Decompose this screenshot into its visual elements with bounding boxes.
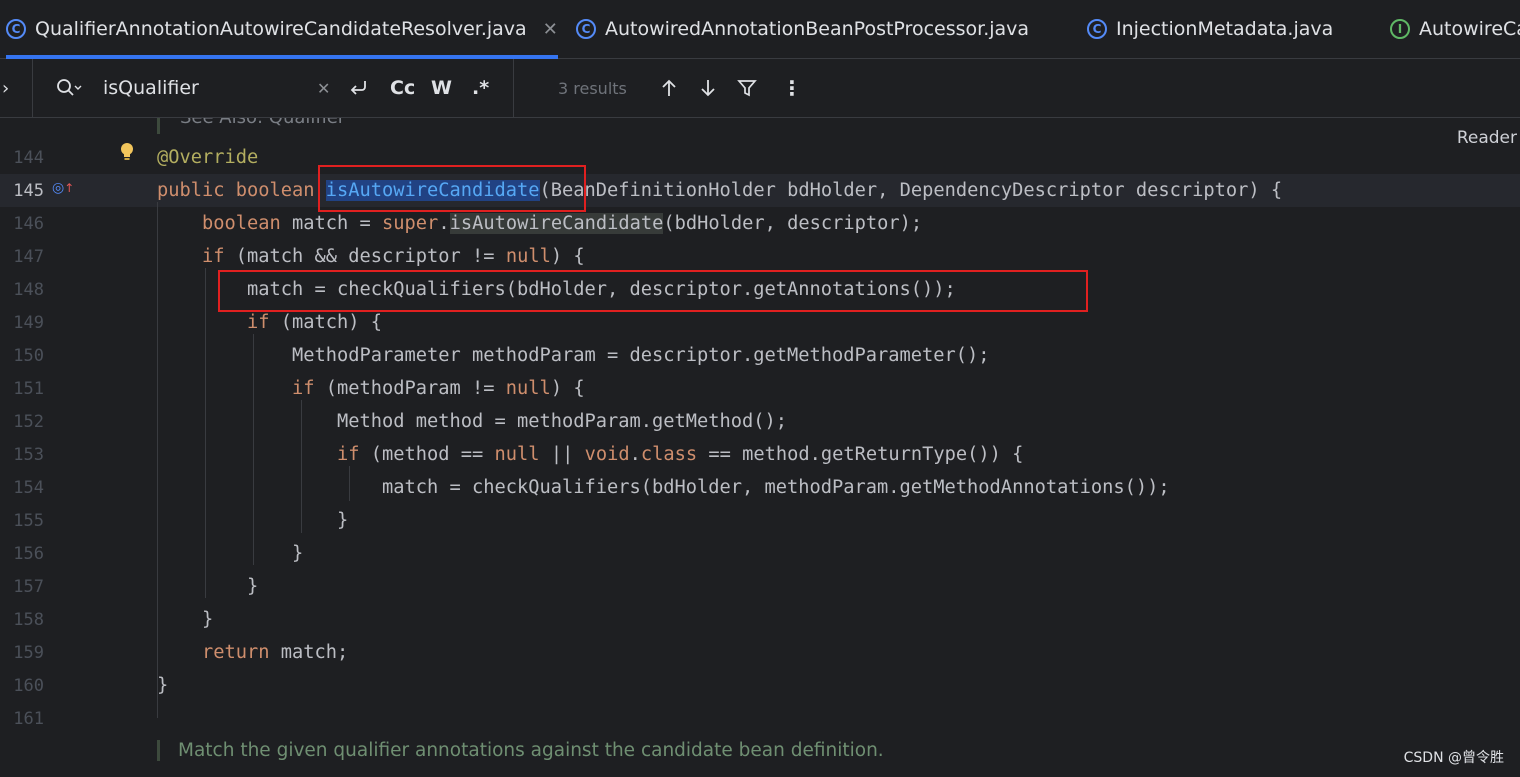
search-input[interactable]: isQualifier — [103, 59, 199, 117]
line-number: 158 — [13, 610, 44, 630]
line-number: 156 — [13, 544, 44, 564]
lightbulb-icon[interactable] — [120, 142, 134, 162]
class-icon: C — [6, 19, 26, 39]
code-editor[interactable]: See Also: Qualifier Reader 144 145 146 1… — [0, 118, 1520, 777]
code-line-146: boolean match = super.isAutowireCandidat… — [202, 213, 923, 234]
tab-label: AutowireCa — [1419, 18, 1520, 40]
find-bar: › isQualifier ✕ Cc W .* 3 results ⋮ — [0, 59, 1520, 118]
filter-icon[interactable] — [737, 59, 757, 117]
line-number: 153 — [13, 445, 44, 465]
line-number: 151 — [13, 379, 44, 399]
line-number: 146 — [13, 214, 44, 234]
code-line-155: } — [157, 510, 349, 531]
line-number: 147 — [13, 247, 44, 267]
tab-injection-metadata[interactable]: C InjectionMetadata.java — [1087, 0, 1333, 58]
interface-icon: I — [1390, 19, 1410, 39]
regex-toggle[interactable]: .* — [472, 59, 489, 117]
search-history-icon[interactable] — [56, 59, 82, 117]
highlight-box-check-qualifiers — [218, 270, 1088, 312]
tab-autowire-candidate[interactable]: I AutowireCa — [1390, 0, 1520, 58]
doc-comment: Match the given qualifier annotations ag… — [157, 740, 884, 761]
previous-occurrence-icon[interactable] — [660, 59, 678, 117]
doc-block-border — [157, 118, 160, 134]
line-number: 148 — [13, 280, 44, 300]
code-line-152: Method method = methodParam.getMethod(); — [157, 411, 788, 432]
close-icon[interactable]: ✕ — [543, 19, 558, 40]
overrides-method-icon[interactable]: ◎↑ — [52, 180, 74, 196]
code-line-151: if (methodParam != null) { — [292, 378, 585, 399]
line-number: 144 — [13, 148, 44, 168]
code-line-160: } — [157, 675, 169, 696]
expand-chevron-icon[interactable]: › — [2, 59, 9, 117]
reader-mode-button[interactable]: Reader — [1457, 128, 1517, 148]
code-line-154: match = checkQualifiers(bdHolder, method… — [157, 477, 1170, 498]
line-number: 161 — [13, 709, 44, 729]
results-count: 3 results — [558, 78, 627, 98]
code-line-159: return match; — [202, 642, 349, 663]
line-number: 155 — [13, 511, 44, 531]
tab-autowired-processor[interactable]: C AutowiredAnnotationBeanPostProcessor.j… — [576, 0, 1029, 58]
editor-tab-bar: C QualifierAnnotationAutowireCandidateRe… — [0, 0, 1520, 59]
code-line-147: if (match && descriptor != null) { — [202, 246, 585, 267]
line-number: 157 — [13, 577, 44, 597]
clear-search-icon[interactable]: ✕ — [317, 59, 330, 117]
divider — [513, 59, 514, 117]
code-line-150: MethodParameter methodParam = descriptor… — [157, 345, 990, 366]
line-number: 160 — [13, 676, 44, 696]
line-number: 150 — [13, 346, 44, 366]
doc-see-also: See Also: Qualifier — [180, 118, 345, 130]
line-number: 154 — [13, 478, 44, 498]
match-case-toggle[interactable]: Cc — [390, 59, 415, 117]
code-line-153: if (method == null || void.class == meth… — [337, 444, 1024, 465]
code-line-158: } — [157, 609, 214, 630]
line-number: 152 — [13, 412, 44, 432]
class-icon: C — [576, 19, 596, 39]
line-number: 145 — [13, 181, 44, 201]
new-line-icon[interactable] — [347, 59, 369, 117]
more-options-icon[interactable]: ⋮ — [782, 59, 802, 117]
line-number: 149 — [13, 313, 44, 333]
tab-label: AutowiredAnnotationBeanPostProcessor.jav… — [605, 18, 1030, 40]
code-line-144: @Override — [157, 147, 259, 168]
divider — [32, 59, 33, 117]
class-icon: C — [1087, 19, 1107, 39]
code-line-156: } — [157, 543, 304, 564]
tab-qualifier-resolver[interactable]: C QualifierAnnotationAutowireCandidateRe… — [6, 0, 558, 59]
next-occurrence-icon[interactable] — [699, 59, 717, 117]
tab-label: QualifierAnnotationAutowireCandidateReso… — [35, 18, 527, 40]
code-line-157: } — [157, 576, 259, 597]
words-toggle[interactable]: W — [431, 59, 452, 117]
highlight-box-method-name — [318, 165, 586, 212]
tab-label: InjectionMetadata.java — [1116, 18, 1334, 40]
watermark: CSDN @曾令胜 — [1403, 750, 1504, 766]
line-number: 159 — [13, 643, 44, 663]
code-line-149: if (match) { — [247, 312, 383, 333]
